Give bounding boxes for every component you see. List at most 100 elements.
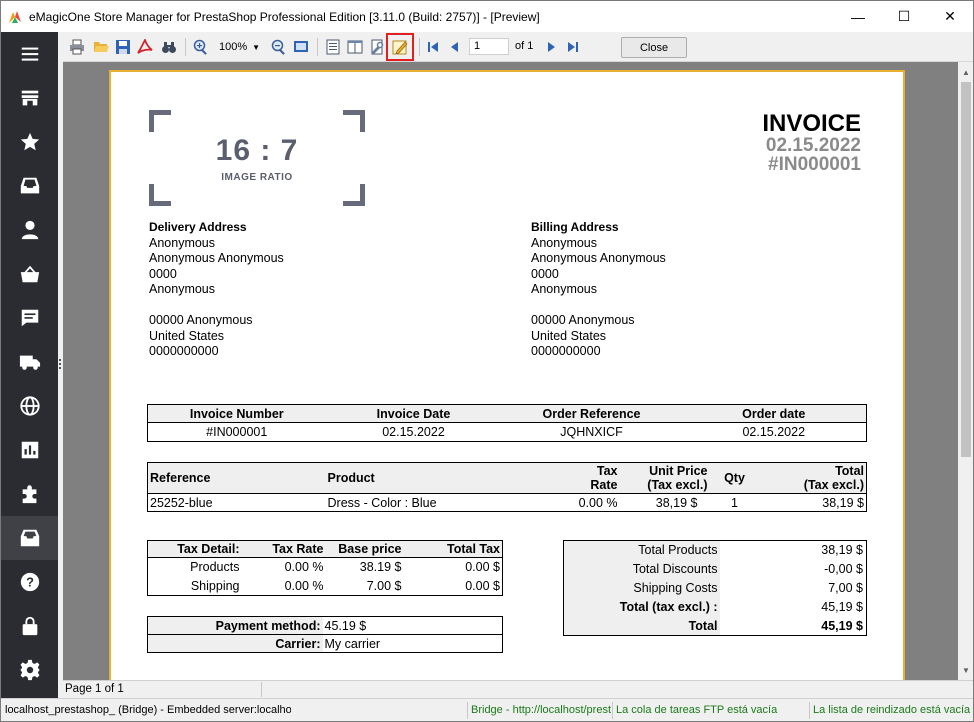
inbox-icon: [20, 177, 39, 194]
previous-page-button[interactable]: [445, 37, 465, 57]
total-value: -0,00 $: [824, 562, 863, 576]
delivery-address: Delivery Address Anonymous Anonymous Ano…: [149, 220, 284, 360]
chart-icon: [21, 441, 38, 459]
find-button[interactable]: [159, 37, 179, 57]
edit-report-button[interactable]: [386, 33, 414, 61]
svg-text:?: ?: [26, 575, 34, 590]
invoice-page: 16 : 7 IMAGE RATIO INVOICE 02.15.2022 #I…: [109, 70, 905, 680]
sidebar-item-store[interactable]: [1, 76, 58, 120]
scroll-down-icon[interactable]: ▼: [958, 662, 973, 678]
total-value: 7,00 $: [828, 581, 863, 595]
column-header: Unit Price (Tax excl.): [619, 462, 710, 494]
invoice-title: INVOICE: [762, 110, 861, 137]
address-line: [531, 298, 666, 314]
invoice-date: 02.15.2022: [765, 135, 861, 156]
sidebar-item-modules[interactable]: [1, 472, 58, 516]
first-page-button[interactable]: [423, 37, 443, 57]
table-row: Total (tax excl.) : 45,19 $: [563, 597, 867, 617]
export-pdf-button[interactable]: [135, 37, 155, 57]
zoom-select[interactable]: 100% ▼: [219, 38, 265, 56]
close-preview-button[interactable]: Close: [621, 37, 687, 58]
table-cell: Shipping: [190, 578, 240, 593]
archive-icon: [20, 529, 39, 547]
address-line: 00000 Anonymous: [149, 313, 253, 327]
address-line: Anonymous Anonymous: [149, 251, 284, 265]
status-ftp-queue: La cola de tareas FTP está vacía: [616, 704, 778, 716]
sidebar-item-archive[interactable]: [1, 516, 58, 560]
first-page-icon: [428, 42, 438, 52]
next-page-button[interactable]: [541, 37, 561, 57]
table-row: Shipping 0.00 % 7.00 $ 0.00 $: [148, 577, 503, 596]
column-header-line: (Tax excl.): [803, 478, 864, 492]
close-window-button[interactable]: ✕: [927, 1, 973, 32]
pdf-icon: [137, 39, 153, 54]
payment-method-label: Payment method:: [147, 616, 323, 635]
table-cell: 38.19 $: [359, 560, 402, 575]
sidebar-item-favorites[interactable]: [1, 120, 58, 164]
window-title: eMagicOne Store Manager for PrestaShop P…: [29, 9, 540, 24]
maximize-button[interactable]: ☐: [881, 1, 927, 32]
status-separator: [809, 702, 810, 719]
lock-icon: [22, 616, 37, 636]
column-header-line: (Tax excl.): [647, 478, 708, 492]
sidebar-item-customers[interactable]: [1, 208, 58, 252]
sidebar-item-messages[interactable]: [1, 296, 58, 340]
status-separator: [467, 702, 468, 719]
print-button[interactable]: [67, 37, 87, 57]
wrench-icon: [371, 39, 384, 55]
table-cell: #IN000001: [206, 425, 268, 439]
table-cell: 38,19 $: [655, 495, 698, 510]
billing-address: Billing Address Anonymous Anonymous Anon…: [531, 220, 666, 360]
page-setup-button[interactable]: [367, 37, 387, 57]
sidebar-menu[interactable]: [1, 32, 58, 76]
column-header: Order date: [681, 404, 867, 423]
open-button[interactable]: [91, 37, 111, 57]
zoom-in-button[interactable]: [191, 37, 211, 57]
invoice-number: #IN000001: [768, 154, 861, 175]
status-separator: [261, 682, 262, 697]
monitor-icon: [294, 41, 308, 52]
address-line: Anonymous: [149, 235, 216, 250]
product-table: Reference Product Tax Rate Unit Price (T…: [147, 462, 867, 512]
fit-page-button[interactable]: [291, 37, 311, 57]
sidebar-item-reports[interactable]: [1, 428, 58, 472]
column-header: Qty: [709, 462, 760, 494]
scroll-up-icon[interactable]: ▲: [958, 64, 973, 80]
sidebar-item-inbox[interactable]: [1, 164, 58, 208]
column-header: Reference: [147, 462, 326, 494]
globe-icon: [19, 396, 40, 416]
table-row: Total Products 38,19 $: [563, 540, 867, 560]
payment-table: Payment method: 45.19 $ Carrier: My carr…: [147, 616, 503, 653]
sidebar-item-settings[interactable]: [1, 648, 58, 692]
vertical-scrollbar[interactable]: ▲ ▼: [958, 62, 973, 680]
payment-method-value: 45.19 $: [322, 616, 503, 635]
table-cell: Products: [190, 560, 240, 575]
printer-icon: [70, 39, 84, 55]
sidebar-item-localization[interactable]: [1, 384, 58, 428]
column-header-line: Tax: [596, 464, 618, 478]
last-page-button[interactable]: [563, 37, 583, 57]
truck-icon: [19, 355, 40, 370]
sidebar: ?: [1, 32, 58, 698]
two-pages-icon: [347, 40, 363, 54]
table-row: Products 0.00 % 38.19 $ 0.00 $: [148, 558, 503, 577]
sidebar-item-security[interactable]: [1, 604, 58, 648]
multi-page-button[interactable]: [345, 37, 365, 57]
table-row: 25252-blue Dress - Color : Blue 0.00 % 3…: [148, 494, 867, 512]
sidebar-item-orders[interactable]: [1, 252, 58, 296]
scrollbar-thumb[interactable]: [961, 82, 971, 457]
address-line: 0000: [149, 266, 177, 281]
table-row: Total Discounts -0,00 $: [563, 559, 867, 579]
column-header-line: Total: [835, 464, 864, 478]
sidebar-item-help[interactable]: ?: [1, 560, 58, 604]
page-number-input[interactable]: 1: [469, 38, 509, 55]
table-cell: 02.15.2022: [382, 425, 445, 439]
status-reindex-queue: La lista de reindizado está vacía: [813, 704, 971, 716]
sidebar-item-shipping[interactable]: [1, 340, 58, 384]
column-header: Total Tax: [403, 540, 503, 558]
report-preview-area[interactable]: 16 : 7 IMAGE RATIO INVOICE 02.15.2022 #I…: [63, 62, 958, 680]
save-button[interactable]: [113, 37, 133, 57]
minimize-button[interactable]: —: [835, 1, 881, 32]
single-page-button[interactable]: [323, 37, 343, 57]
zoom-out-button[interactable]: [269, 37, 289, 57]
